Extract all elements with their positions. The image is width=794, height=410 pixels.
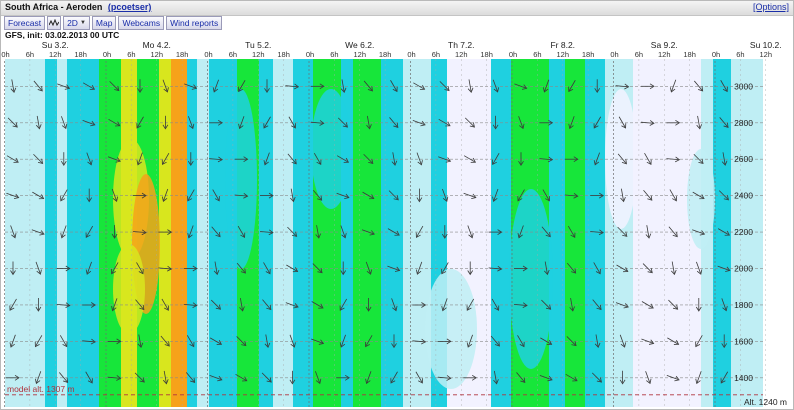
model-altitude-label: model alt. 1307 m <box>7 384 75 394</box>
hour-label: 6h <box>533 50 541 59</box>
wind-blob <box>225 89 257 269</box>
map-tab[interactable]: Map <box>91 16 117 30</box>
hour-label: 6h <box>330 50 338 59</box>
hour-label: 12h <box>252 50 265 59</box>
mode-select-value: 2D <box>67 18 78 28</box>
webcams-tab[interactable]: Webcams <box>118 16 165 30</box>
day-label: Th 7.2. <box>448 40 474 50</box>
hour-label: 0h <box>509 50 517 59</box>
wave-chart-button[interactable] <box>47 16 62 30</box>
wind-band <box>259 59 273 407</box>
wind-band <box>403 59 431 407</box>
hour-label: 6h <box>26 50 34 59</box>
hour-label: 12h <box>658 50 671 59</box>
hour-label: 0h <box>204 50 212 59</box>
hour-label: 12h <box>49 50 62 59</box>
altitude-tick-label: 1800 <box>734 300 753 310</box>
wind-blob <box>509 189 553 369</box>
altitude-tick-label: 3000 <box>734 81 753 91</box>
wind-band <box>353 59 381 407</box>
page-title: South Africa - Aeroden (pcoetser) <box>5 2 151 12</box>
title-bar: South Africa - Aeroden (pcoetser) [Optio… <box>1 1 793 16</box>
mode-select[interactable]: 2D ▼ <box>63 16 90 30</box>
wind-blob <box>113 244 145 334</box>
hour-label: 6h <box>229 50 237 59</box>
triangle-down-icon: ▼ <box>79 20 86 26</box>
day-label: Su 10.2. <box>750 40 782 50</box>
altitude-tick-label: 2000 <box>734 264 753 274</box>
wind-band <box>5 59 45 407</box>
hour-label: 0h <box>306 50 314 59</box>
line-chart-icon <box>49 19 60 27</box>
hour-label: 12h <box>353 50 366 59</box>
hour-label: 18h <box>74 50 87 59</box>
day-label: Su 3.2. <box>42 40 69 50</box>
day-label: Mo 4.2. <box>143 40 171 50</box>
wind-band <box>491 59 511 407</box>
day-label: Sa 9.2. <box>651 40 678 50</box>
wind-band <box>171 59 187 407</box>
forecast-widget: South Africa - Aeroden (pcoetser) [Optio… <box>0 0 794 410</box>
hour-label: 0h <box>103 50 111 59</box>
wind-band <box>67 59 99 407</box>
day-label: We 6.2. <box>345 40 374 50</box>
wind-band <box>57 59 67 407</box>
toolbar: Forecast 2D ▼ Map Webcams Wind reports <box>4 16 223 30</box>
hour-label: 18h <box>480 50 493 59</box>
altitude-label: Alt. 1240 m <box>744 397 787 407</box>
day-label: Tu 5.2. <box>245 40 271 50</box>
hour-label: 18h <box>176 50 189 59</box>
hour-label: 0h <box>1 50 9 59</box>
hour-label: 0h <box>610 50 618 59</box>
hour-label: 18h <box>683 50 696 59</box>
wind-band <box>273 59 293 407</box>
hour-label: 12h <box>455 50 468 59</box>
wind-band <box>187 59 197 407</box>
hour-label: 0h <box>712 50 720 59</box>
location-name: South Africa - Aeroden <box>5 2 103 12</box>
forecast-tab[interactable]: Forecast <box>4 16 46 30</box>
user-link[interactable]: (pcoetser) <box>108 2 152 12</box>
altitude-tick-label: 1600 <box>734 336 753 346</box>
hour-label: 18h <box>277 50 290 59</box>
hour-label: 6h <box>635 50 643 59</box>
hour-label: 12h <box>556 50 569 59</box>
altitude-tick-label: 1400 <box>734 373 753 383</box>
wind-heatmap <box>5 59 763 407</box>
hour-label: 12h <box>759 50 772 59</box>
wind-altitude-chart[interactable]: 1400 1600 1800 2000 2200 2400 2600 2800 3000 Su 3… <box>1 39 793 409</box>
hour-label: 6h <box>127 50 135 59</box>
hour-label: 0h <box>407 50 415 59</box>
wind-band <box>159 59 171 407</box>
altitude-tick-label: 2800 <box>734 118 753 128</box>
hour-label: 18h <box>582 50 595 59</box>
wind-band <box>381 59 403 407</box>
options-link[interactable]: [Options] <box>753 2 789 12</box>
altitude-tick-label: 2600 <box>734 154 753 164</box>
day-label: Fr 8.2. <box>550 40 575 50</box>
altitude-tick-label: 2200 <box>734 227 753 237</box>
hour-label: 18h <box>379 50 392 59</box>
wind-reports-tab[interactable]: Wind reports <box>166 16 223 30</box>
wind-blob <box>425 269 477 389</box>
hour-label: 6h <box>736 50 744 59</box>
wind-blob <box>311 89 351 209</box>
hour-label: 12h <box>150 50 163 59</box>
altitude-tick-label: 2400 <box>734 191 753 201</box>
hour-label: 6h <box>432 50 440 59</box>
